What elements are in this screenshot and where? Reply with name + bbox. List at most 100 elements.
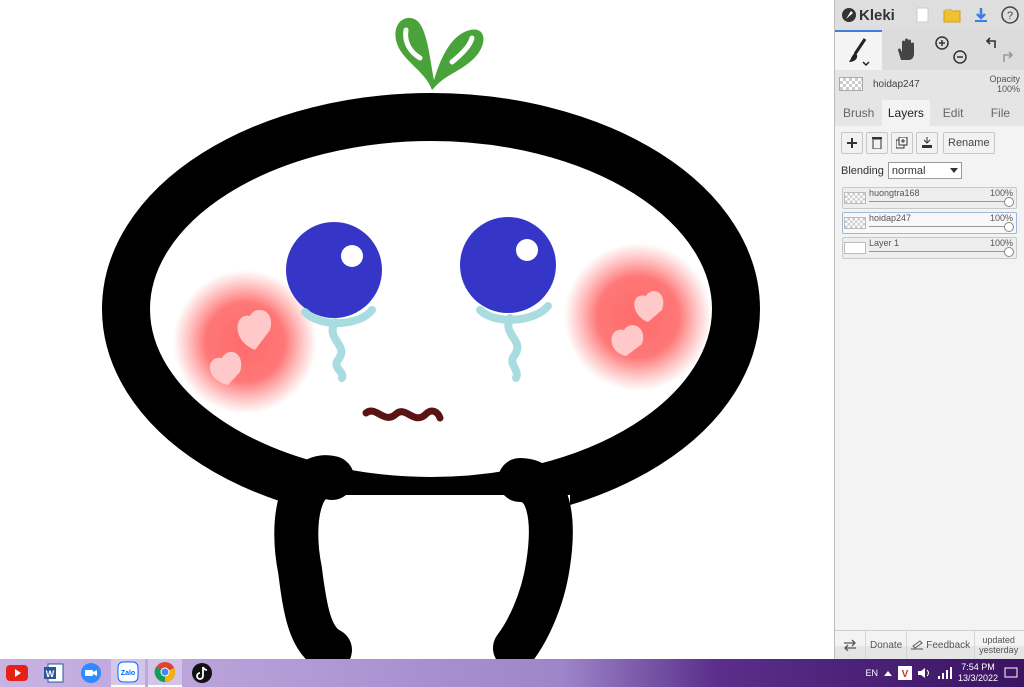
history-tools: [976, 30, 1023, 70]
zoom-in-icon[interactable]: [935, 36, 949, 50]
drawing: [102, 17, 760, 659]
taskbar-zoom[interactable]: [74, 659, 108, 687]
hand-icon: [897, 38, 914, 60]
current-layer-thumbnail: [839, 77, 863, 91]
layer-item[interactable]: huongtra168 100%: [842, 187, 1017, 209]
tool-row: [835, 30, 1024, 70]
layer-actions: Rename: [835, 126, 1024, 154]
right-eye: [460, 217, 556, 313]
add-layer-button[interactable]: [841, 132, 863, 154]
layer-name: hoidap247: [869, 213, 912, 223]
current-layer-info: hoidap247 Opacity 100%: [835, 70, 1024, 98]
layer-opacity-slider[interactable]: [869, 201, 1010, 202]
vivaldi-tray-icon[interactable]: V: [897, 666, 912, 680]
blending-label: Blending: [841, 164, 884, 177]
delete-layer-icon: [872, 137, 882, 149]
donate-link[interactable]: Donate: [866, 631, 908, 659]
clock[interactable]: 7:54 PM 13/3/2022: [958, 662, 998, 684]
slider-knob[interactable]: [1004, 247, 1014, 257]
side-panel: Kleki ? hoidap247 Opacity 100% Brush Lay…: [834, 0, 1024, 659]
clock-date: 13/3/2022: [957, 673, 998, 683]
bottom-bar: Donate Feedback updated yesterday: [835, 630, 1024, 659]
youtube-icon: [6, 665, 28, 681]
merge-layer-icon: [922, 137, 932, 148]
brush-tool[interactable]: [835, 30, 882, 70]
drawing-canvas[interactable]: [0, 0, 834, 659]
zoom-out-icon[interactable]: [953, 50, 967, 64]
app-name: Kleki: [859, 6, 895, 24]
notification-icon[interactable]: [1004, 666, 1018, 680]
layer-thumbnail: [844, 242, 866, 254]
kleki-logo[interactable]: Kleki: [835, 7, 908, 24]
tiktok-icon: [192, 663, 212, 683]
slider-knob[interactable]: [1004, 222, 1014, 232]
layer-item[interactable]: Layer 1 100%: [842, 237, 1017, 259]
tab-edit[interactable]: Edit: [930, 100, 977, 126]
taskbar: W Zalo EN V 7:54 PM 13/3/2022: [0, 659, 1024, 687]
taskbar-zalo[interactable]: Zalo: [111, 659, 145, 687]
merge-layer-button[interactable]: [916, 132, 938, 154]
redo-icon[interactable]: [1001, 50, 1015, 64]
feedback-label: Feedback: [926, 639, 971, 651]
current-layer-name: hoidap247: [873, 78, 920, 90]
layer-thumbnail: [844, 192, 866, 204]
zoom-app-icon: [81, 663, 101, 683]
kleki-logo-icon: [842, 8, 856, 22]
taskbar-tiktok[interactable]: [185, 659, 219, 687]
updated-line1: updated: [982, 635, 1015, 645]
panel-tabs: Brush Layers Edit File: [835, 100, 1024, 126]
clock-time: 7:54 PM: [961, 662, 995, 672]
blending-select[interactable]: normal: [887, 162, 962, 179]
svg-text:Zalo: Zalo: [121, 670, 135, 677]
chevron-up-icon[interactable]: [883, 670, 892, 676]
swap-button[interactable]: [835, 631, 866, 659]
undo-icon[interactable]: [984, 36, 998, 50]
swap-icon: [844, 639, 856, 651]
language-indicator[interactable]: EN: [865, 668, 878, 678]
help-button[interactable]: ?: [995, 0, 1024, 30]
slider-knob[interactable]: [1004, 197, 1014, 207]
zalo-icon: Zalo: [117, 661, 139, 683]
new-image-icon: [916, 7, 929, 23]
left-eye: [286, 222, 382, 318]
current-layer-opacity: Opacity 100%: [989, 74, 1020, 94]
new-image-button[interactable]: [908, 0, 937, 30]
delete-layer-button[interactable]: [866, 132, 888, 154]
opacity-label: Opacity: [989, 74, 1020, 84]
svg-text:W: W: [46, 669, 55, 679]
layer-name: huongtra168: [869, 188, 920, 198]
updated-note: updated yesterday: [975, 635, 1022, 655]
word-icon: W: [44, 663, 64, 683]
mouth: [362, 407, 444, 422]
layer-thumbnail: [844, 217, 866, 229]
chrome-icon: [154, 662, 175, 683]
network-icon[interactable]: [937, 667, 952, 679]
feedback-link[interactable]: Feedback: [907, 631, 976, 659]
add-layer-icon: [847, 138, 857, 148]
chevron-down-icon: [949, 167, 958, 173]
layer-opacity-slider[interactable]: [869, 251, 1010, 252]
svg-text:?: ?: [1006, 10, 1012, 22]
download-button[interactable]: [966, 0, 995, 30]
layer-opacity-slider[interactable]: [869, 226, 1010, 227]
blending-row: Blending normal: [835, 154, 1024, 179]
tab-layers[interactable]: Layers: [882, 100, 930, 126]
tab-file[interactable]: File: [977, 100, 1024, 126]
taskbar-youtube[interactable]: [0, 659, 34, 687]
open-button[interactable]: [937, 0, 966, 30]
zoom-tools: [929, 30, 976, 70]
taskbar-word[interactable]: W: [37, 659, 71, 687]
layer-item[interactable]: hoidap247 100%: [842, 212, 1017, 234]
help-icon: ?: [1000, 6, 1019, 24]
tab-brush[interactable]: Brush: [835, 100, 882, 126]
blending-value: normal: [891, 164, 926, 177]
hand-tool[interactable]: [882, 30, 929, 70]
download-icon: [974, 8, 987, 22]
brush-icon: [848, 38, 870, 66]
rename-button[interactable]: Rename: [943, 132, 995, 154]
volume-icon[interactable]: [917, 667, 932, 679]
duplicate-layer-button[interactable]: [891, 132, 913, 154]
system-tray: EN V 7:54 PM 13/3/2022: [865, 662, 1024, 684]
updated-line2: yesterday: [979, 645, 1019, 655]
taskbar-chrome[interactable]: [148, 659, 182, 687]
